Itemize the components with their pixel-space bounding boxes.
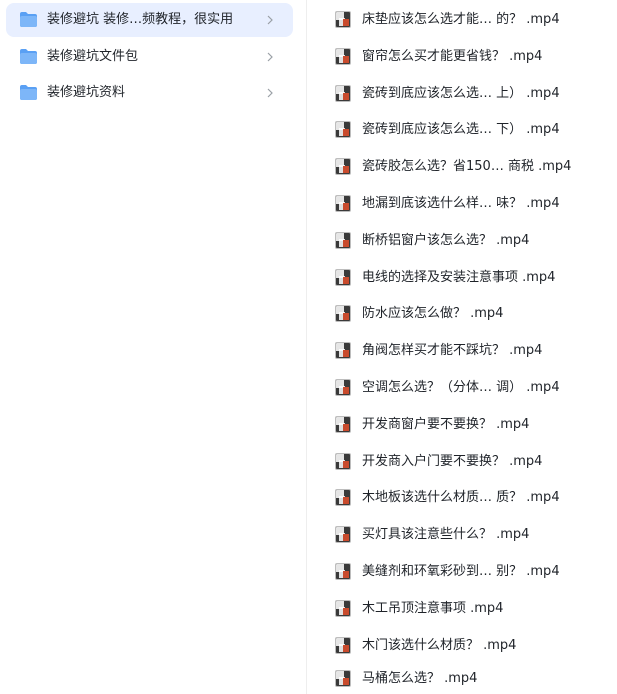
video-thumbnail-icon — [335, 121, 351, 138]
video-thumbnail-icon — [335, 637, 351, 654]
file-item[interactable]: 木门该选什么材质？ .mp4 — [307, 631, 617, 661]
file-name: 美缝剂和环氧彩砂到… 别？ .mp4 — [362, 564, 560, 579]
folder-label: 装修避坑资料 — [47, 85, 126, 100]
file-name: 地漏到底该选什么样… 味？ .mp4 — [362, 196, 560, 211]
file-item[interactable]: 瓷砖胶怎么选？省150… 商税 .mp4 — [307, 152, 617, 182]
folder-icon — [20, 85, 37, 100]
video-thumbnail-icon — [335, 48, 351, 65]
file-item[interactable]: 电线的选择及安装注意事项 .mp4 — [307, 263, 617, 293]
folder-item-file-pack[interactable]: 装修避坑文件包 — [6, 40, 293, 74]
video-thumbnail-icon — [335, 269, 351, 286]
video-thumbnail-icon — [335, 305, 351, 322]
folder-item-materials[interactable]: 装修避坑资料 — [6, 76, 293, 110]
file-name: 木地板该选什么材质… 质？ .mp4 — [362, 490, 560, 505]
video-thumbnail-icon — [335, 85, 351, 102]
file-name: 开发商入户门要不要换？ .mp4 — [362, 454, 543, 469]
file-item[interactable]: 断桥铝窗户该怎么选？ .mp4 — [307, 226, 617, 256]
video-thumbnail-icon — [335, 158, 351, 175]
file-name: 断桥铝窗户该怎么选？ .mp4 — [362, 233, 530, 248]
video-thumbnail-icon — [335, 600, 351, 617]
file-name: 开发商窗户要不要换？ .mp4 — [362, 417, 530, 432]
file-item[interactable]: 窗帘怎么买才能更省钱？ .mp4 — [307, 42, 617, 72]
folder-label: 装修避坑文件包 — [47, 49, 139, 64]
file-item[interactable]: 床垫应该怎么选才能… 的？ .mp4 — [307, 5, 617, 35]
file-item[interactable]: 美缝剂和环氧彩砂到… 别？ .mp4 — [307, 557, 617, 587]
file-name: 木门该选什么材质？ .mp4 — [362, 638, 517, 653]
file-name: 瓷砖到底应该怎么选… 上） .mp4 — [362, 86, 560, 101]
file-item[interactable]: 开发商入户门要不要换？ .mp4 — [307, 447, 617, 477]
file-name: 电线的选择及安装注意事项 .mp4 — [362, 270, 556, 285]
file-item[interactable]: 角阀怎样买才能不踩坑？ .mp4 — [307, 336, 617, 366]
file-item[interactable]: 防水应该怎么做？ .mp4 — [307, 299, 617, 329]
file-name: 空调怎么选？（分体… 调） .mp4 — [362, 380, 560, 395]
video-thumbnail-icon — [335, 563, 351, 580]
file-name: 瓷砖胶怎么选？省150… 商税 .mp4 — [362, 159, 572, 174]
file-item[interactable]: 开发商窗户要不要换？ .mp4 — [307, 410, 617, 440]
video-thumbnail-icon — [335, 489, 351, 506]
file-list: 床垫应该怎么选才能… 的？ .mp4 窗帘怎么买才能更省钱？ .mp4 瓷砖到底… — [307, 0, 617, 694]
video-thumbnail-icon — [335, 11, 351, 28]
folder-list: 装修避坑 装修…频教程，很实用 装修避坑文件包 装修避坑资料 — [0, 0, 306, 694]
file-browser: 装修避坑 装修…频教程，很实用 装修避坑文件包 装修避坑资料 床垫应该怎么选才能… — [0, 0, 617, 694]
file-name: 窗帘怎么买才能更省钱？ .mp4 — [362, 49, 543, 64]
file-item[interactable]: 瓷砖到底应该怎么选… 上） .mp4 — [307, 79, 617, 109]
video-thumbnail-icon — [335, 195, 351, 212]
file-item[interactable]: 空调怎么选？（分体… 调） .mp4 — [307, 373, 617, 403]
chevron-right-icon — [267, 88, 273, 98]
folder-item-tutorials[interactable]: 装修避坑 装修…频教程，很实用 — [6, 3, 293, 37]
video-thumbnail-icon — [335, 670, 351, 687]
file-name: 床垫应该怎么选才能… 的？ .mp4 — [362, 12, 560, 27]
file-name: 瓷砖到底应该怎么选… 下） .mp4 — [362, 122, 560, 137]
video-thumbnail-icon — [335, 416, 351, 433]
file-item[interactable]: 马桶怎么选？ .mp4 — [307, 664, 617, 694]
file-item[interactable]: 木工吊顶注意事项 .mp4 — [307, 594, 617, 624]
video-thumbnail-icon — [335, 526, 351, 543]
folder-label: 装修避坑 装修…频教程，很实用 — [47, 12, 234, 27]
video-thumbnail-icon — [335, 453, 351, 470]
video-thumbnail-icon — [335, 232, 351, 249]
file-item[interactable]: 瓷砖到底应该怎么选… 下） .mp4 — [307, 115, 617, 145]
video-thumbnail-icon — [335, 379, 351, 396]
chevron-right-icon — [267, 52, 273, 62]
chevron-right-icon — [267, 15, 273, 25]
video-thumbnail-icon — [335, 342, 351, 359]
file-name: 马桶怎么选？ .mp4 — [362, 671, 478, 686]
file-name: 角阀怎样买才能不踩坑？ .mp4 — [362, 343, 543, 358]
file-item[interactable]: 买灯具该注意些什么？ .mp4 — [307, 520, 617, 550]
folder-icon — [20, 12, 37, 27]
file-name: 木工吊顶注意事项 .mp4 — [362, 601, 504, 616]
folder-icon — [20, 49, 37, 64]
file-item[interactable]: 地漏到底该选什么样… 味？ .mp4 — [307, 189, 617, 219]
file-name: 买灯具该注意些什么？ .mp4 — [362, 527, 530, 542]
file-name: 防水应该怎么做？ .mp4 — [362, 306, 504, 321]
file-item[interactable]: 木地板该选什么材质… 质？ .mp4 — [307, 483, 617, 513]
